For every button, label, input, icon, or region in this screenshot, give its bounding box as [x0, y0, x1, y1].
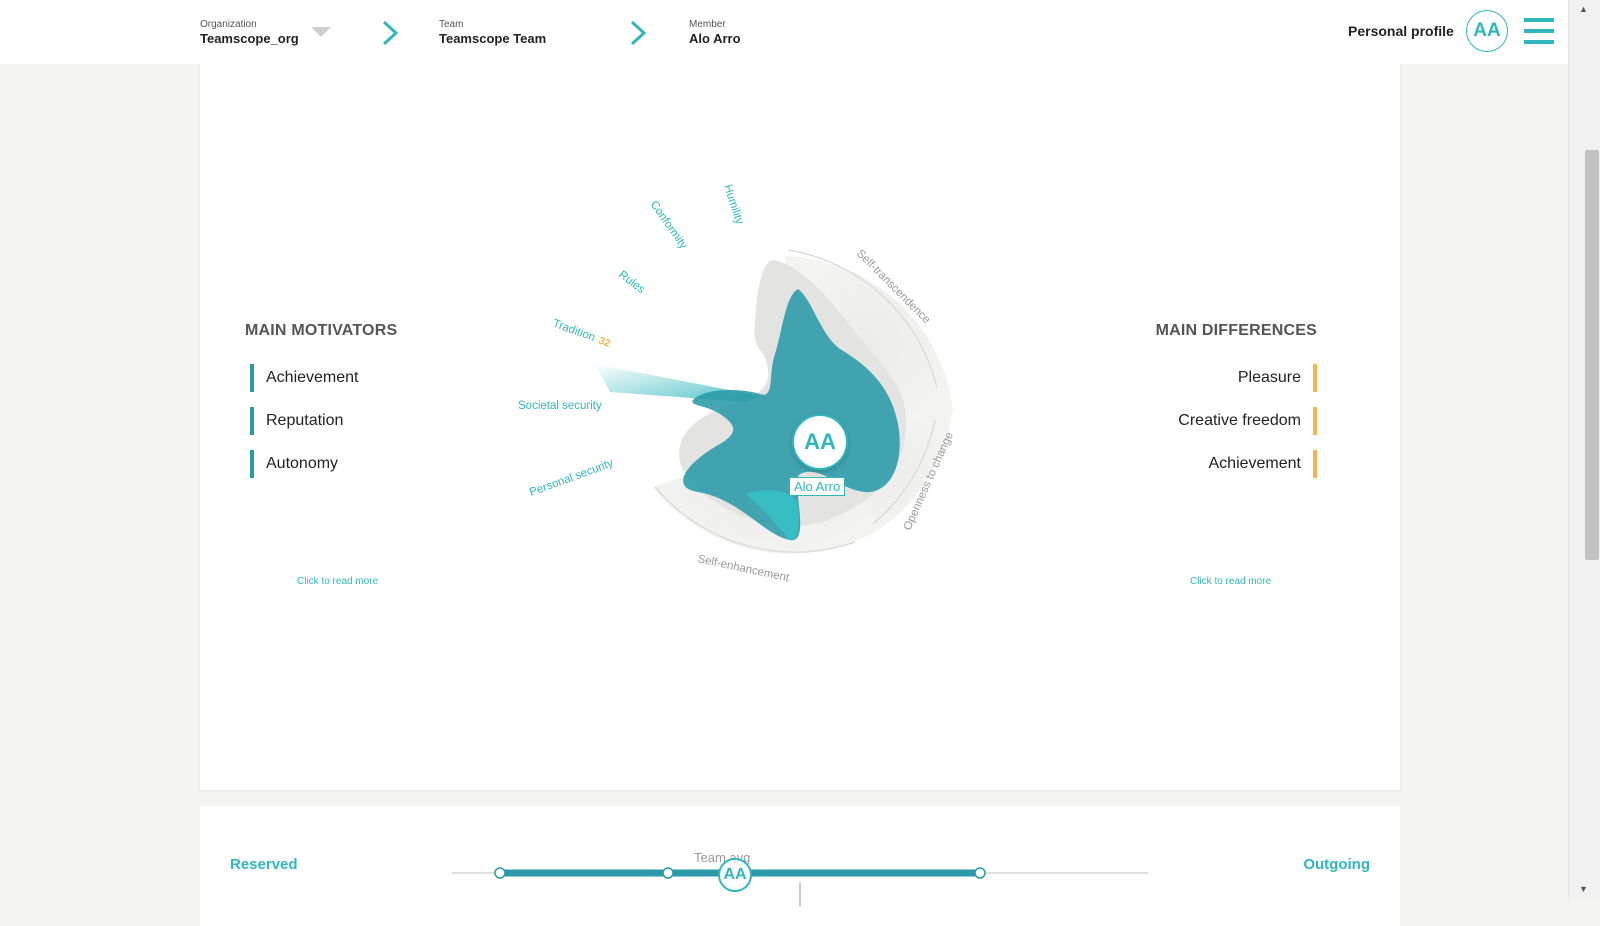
top-bar: Organization Teamscope_org Team Teamscop… — [0, 0, 1568, 64]
scroll-down-icon[interactable]: ▼ — [1579, 884, 1588, 894]
value-label-tradition[interactable]: Tradition — [551, 318, 597, 344]
organization-label: Organization — [200, 19, 257, 30]
tradition-score: 32 — [597, 335, 612, 350]
member-name-tag: Alo Arro — [789, 477, 846, 496]
member-avatar[interactable]: AA — [792, 414, 848, 470]
trait-card: Reserved Outgoing Team avg AA — [200, 806, 1400, 926]
team-label: Team — [439, 19, 464, 30]
slider-handle[interactable] — [974, 867, 986, 879]
value-label-rules[interactable]: Rules — [616, 269, 647, 296]
scroll-up-icon[interactable]: ▲ — [1579, 4, 1588, 14]
hamburger-menu-icon[interactable] — [1524, 18, 1554, 44]
chevron-right-icon — [630, 20, 647, 46]
trait-slider[interactable] — [200, 806, 1400, 906]
avatar[interactable]: AA — [1466, 10, 1508, 52]
chevron-right-icon — [382, 20, 399, 46]
slider-avatar[interactable]: AA — [718, 858, 752, 892]
breadcrumb-member[interactable]: Member Alo Arro — [689, 19, 741, 47]
value-label-conformity[interactable]: Conformity — [648, 199, 690, 252]
member-name: Alo Arro — [689, 31, 741, 46]
slider-handle[interactable] — [662, 867, 674, 879]
value-label-humility[interactable]: Humility — [721, 183, 745, 226]
member-label: Member — [689, 19, 726, 30]
value-label-personal-security[interactable]: Personal security — [528, 457, 615, 499]
organization-name: Teamscope_org — [200, 31, 299, 46]
scrollbar-thumb[interactable] — [1585, 150, 1599, 560]
personal-profile-link[interactable]: Personal profile — [1348, 23, 1454, 39]
values-card: MAIN MOTIVATORS Achievement Reputation A… — [200, 64, 1400, 790]
breadcrumb-organization[interactable]: Organization Teamscope_org — [200, 19, 299, 47]
breadcrumb-team[interactable]: Team Teamscope Team — [439, 19, 546, 47]
value-label-societal-security[interactable]: Societal security — [518, 400, 602, 412]
group-label-self-enhancement: Self-enhancement — [696, 553, 791, 584]
slider-handle[interactable] — [494, 867, 506, 879]
team-name: Teamscope Team — [439, 31, 547, 46]
vertical-scrollbar[interactable]: ▲ ▼ — [1568, 0, 1600, 900]
organization-dropdown-icon[interactable] — [311, 27, 331, 37]
